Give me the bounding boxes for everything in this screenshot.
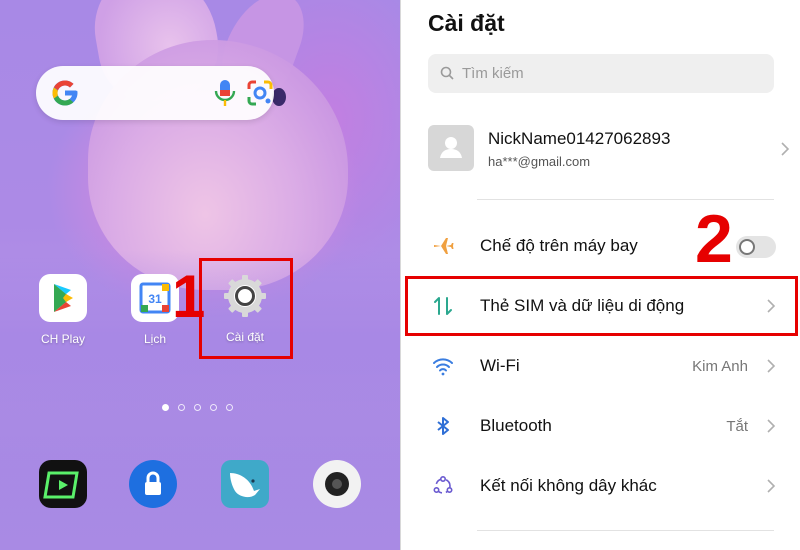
dock-app-lock[interactable] [128,459,178,509]
highlight-box-step-2 [405,276,798,336]
google-g-icon [52,80,78,106]
row-label: Wi-Fi [480,356,520,375]
google-search-widget[interactable] [36,66,274,120]
search-icon [440,66,454,80]
user-icon [440,137,462,158]
row-label: Bluetooth [480,416,552,435]
account-row[interactable]: NickName01427062893 ha***@gmail.com [428,125,790,175]
avatar [428,125,474,171]
row-label: Kết nối không dây khác [480,476,657,495]
chevron-right-icon [781,142,790,156]
wifi-network-value: Kim Anh [692,358,748,375]
step-2-label: 2 [695,201,733,277]
dock-app-camera[interactable] [312,459,362,509]
airplane-icon [434,238,454,254]
page-dot [210,404,217,411]
tv-app-icon [39,460,87,508]
page-title: Cài đặt [428,10,505,36]
row-label: Chế độ trên máy bay [480,236,638,255]
settings-row-bluetooth[interactable]: Bluetooth Tắt [428,406,778,446]
page-indicator [162,404,242,412]
account-name: NickName01427062893 [488,129,671,148]
search-placeholder: Tìm kiếm [462,65,524,82]
app-label: Lịch [143,332,166,346]
bird-app-icon [221,460,269,508]
lock-app-icon [129,460,177,508]
airplane-mode-toggle[interactable] [736,236,776,258]
page-dot [162,404,169,411]
account-email: ha***@gmail.com [488,154,591,169]
camera-app-icon [313,460,361,508]
play-store-icon [39,274,87,322]
google-lens-icon[interactable] [246,79,274,107]
chevron-right-icon [767,479,776,493]
page-dot [226,404,233,411]
app-ch-play[interactable]: CH Play [28,274,98,346]
app-label: CH Play [40,332,85,346]
microphone-icon[interactable] [212,78,238,108]
dock-app-tv[interactable] [38,459,88,509]
bluetooth-status-value: Tắt [726,418,748,435]
connections-icon [433,475,453,494]
home-screen: CH Play 31 Lịch Cài đặt 1 [0,0,400,550]
wallpaper-cat-eye [272,88,286,106]
page-dot [178,404,185,411]
chevron-right-icon [767,419,776,433]
highlight-box-step-1 [199,258,293,359]
settings-row-other-connections[interactable]: Kết nối không dây khác [428,466,778,506]
search-input[interactable]: Tìm kiếm [428,54,774,93]
divider [477,199,774,200]
settings-screen: Cài đặt Tìm kiếm NickName01427062893 ha*… [400,0,800,550]
toggle-knob [739,239,755,255]
step-1-label: 1 [172,263,206,330]
divider [477,530,774,531]
page-dot [194,404,201,411]
dock-app-bird[interactable] [220,459,270,509]
calendar-day-text: 31 [148,292,162,306]
settings-row-wifi[interactable]: Wi-Fi Kim Anh [428,346,778,386]
chevron-right-icon [767,359,776,373]
bluetooth-icon [437,417,449,435]
wifi-icon [433,358,453,376]
